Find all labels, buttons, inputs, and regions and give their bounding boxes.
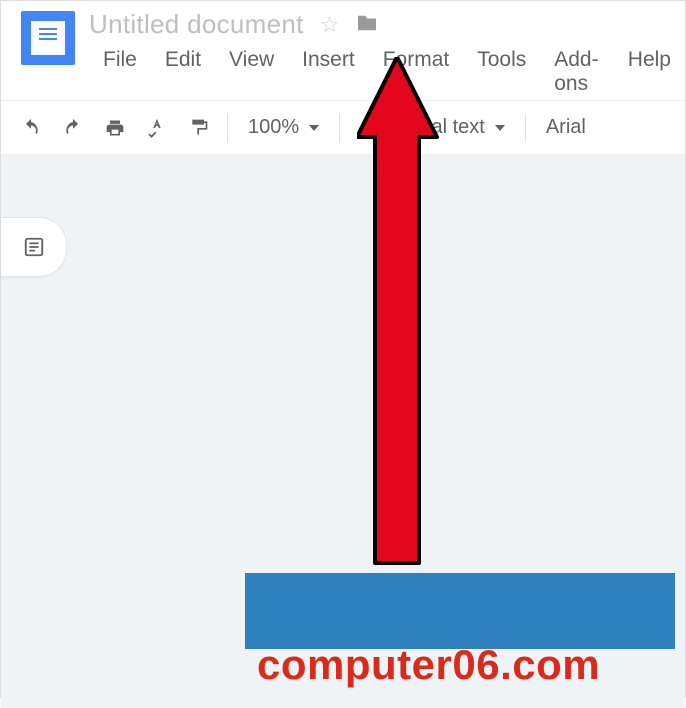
chevron-down-icon	[309, 125, 319, 131]
watermark-text: computer06.com	[257, 641, 600, 689]
docs-header: Untitled document ☆ File Edit View Inser…	[1, 1, 685, 100]
undo-button[interactable]	[11, 110, 51, 146]
menu-format[interactable]: Format	[369, 44, 464, 100]
menu-view[interactable]: View	[215, 44, 288, 100]
print-button[interactable]	[95, 110, 135, 146]
menu-file[interactable]: File	[89, 44, 151, 100]
separator	[339, 114, 340, 142]
chevron-down-icon	[495, 125, 505, 131]
menu-tools[interactable]: Tools	[463, 44, 540, 100]
menu-bar: File Edit View Insert Format Tools Add-o…	[89, 44, 685, 100]
font-dropdown[interactable]: Arial	[534, 116, 598, 139]
docs-logo-page	[34, 22, 62, 54]
zoom-value: 100%	[248, 116, 299, 139]
separator	[227, 114, 228, 142]
zoom-dropdown[interactable]: 100%	[236, 116, 331, 139]
paint-format-button[interactable]	[179, 110, 219, 146]
menu-help[interactable]: Help	[614, 44, 685, 100]
spellcheck-button[interactable]	[137, 110, 177, 146]
folder-icon[interactable]	[356, 12, 378, 38]
outline-button[interactable]	[1, 217, 67, 277]
font-value: Arial	[546, 116, 586, 139]
star-icon[interactable]: ☆	[320, 12, 340, 38]
watermark-box	[245, 573, 675, 649]
menu-insert[interactable]: Insert	[288, 44, 369, 100]
styles-dropdown[interactable]: rmal text	[396, 116, 517, 139]
redo-button[interactable]	[53, 110, 93, 146]
style-value: rmal text	[408, 116, 485, 139]
document-title[interactable]: Untitled document	[89, 9, 304, 40]
docs-logo[interactable]	[21, 11, 75, 65]
menu-addons[interactable]: Add-ons	[540, 44, 614, 100]
toolbar: 100% rmal text Arial	[1, 100, 685, 155]
menu-edit[interactable]: Edit	[151, 44, 215, 100]
separator	[525, 114, 526, 142]
title-area: Untitled document ☆ File Edit View Inser…	[89, 7, 685, 100]
